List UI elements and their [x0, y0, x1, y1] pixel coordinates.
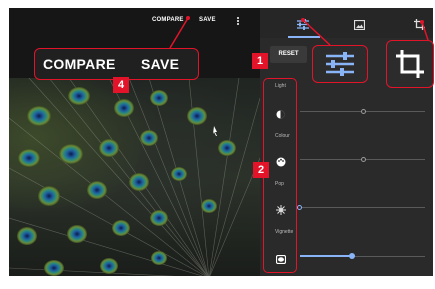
- pop-icon: [276, 202, 286, 220]
- image-icon[interactable]: [353, 17, 366, 35]
- light-slider-knob[interactable]: [361, 109, 366, 114]
- more-vert-icon[interactable]: [237, 16, 240, 27]
- tune-icon-zoomed: [326, 52, 354, 76]
- save-button-zoomed[interactable]: SAVE: [141, 56, 179, 72]
- compare-button-zoomed[interactable]: COMPARE: [43, 56, 116, 72]
- vignette-slider-knob[interactable]: [349, 253, 355, 259]
- peacock-image: [9, 78, 260, 276]
- active-tab-indicator: [288, 36, 320, 38]
- compare-button[interactable]: COMPARE: [152, 17, 184, 23]
- callout-badge-1: 1: [252, 53, 268, 69]
- photo-preview: [9, 78, 260, 276]
- callout-badge-2: 2: [253, 162, 269, 178]
- pop-slider-knob[interactable]: [297, 205, 302, 210]
- vignette-label: Vignette: [275, 229, 294, 235]
- brightness-icon: [276, 106, 285, 124]
- tune-callout: [312, 45, 368, 83]
- palette-icon: [276, 154, 286, 172]
- colour-slider-knob[interactable]: [361, 157, 366, 162]
- crop-callout: [386, 40, 434, 88]
- callout-badge-4: 4: [113, 77, 129, 93]
- tune-icon[interactable]: [297, 17, 309, 35]
- reset-button[interactable]: RESET: [270, 46, 307, 63]
- crop-icon-zoomed: [396, 50, 424, 78]
- vignette-icon: [275, 251, 287, 269]
- compare-save-callout: COMPARE SAVE: [34, 48, 199, 80]
- pop-label: Pop: [275, 181, 284, 187]
- light-label: Light: [275, 83, 286, 89]
- pop-slider[interactable]: [300, 207, 425, 208]
- crop-icon[interactable]: [414, 17, 425, 35]
- vignette-slider-fill: [300, 255, 352, 257]
- save-button[interactable]: SAVE: [199, 17, 216, 23]
- tool-tabs: [260, 8, 433, 38]
- colour-label: Colour: [275, 133, 290, 139]
